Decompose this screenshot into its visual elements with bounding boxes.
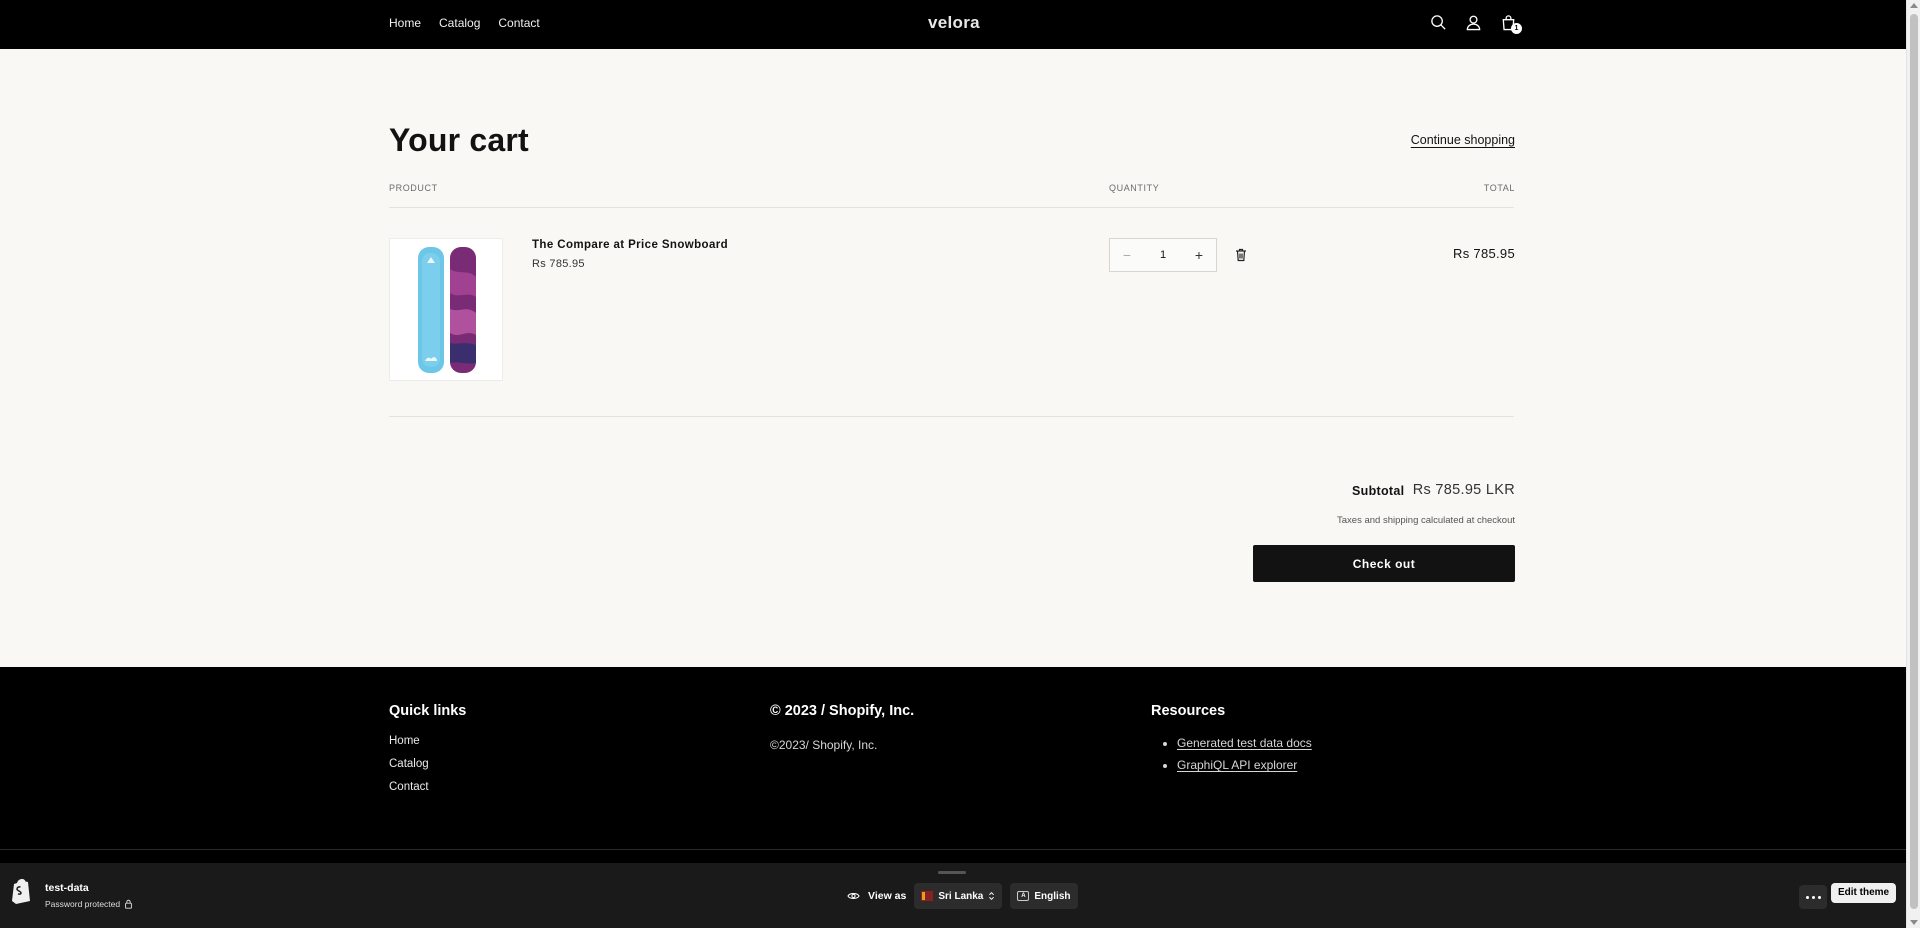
trash-icon[interactable] [1235, 248, 1247, 262]
store-name: test-data [45, 882, 89, 894]
account-icon[interactable] [1465, 14, 1482, 31]
site-footer: Quick links Home Catalog Contact © 2023 … [0, 667, 1906, 863]
view-as-label: View as [868, 890, 907, 902]
country-value: Sri Lanka [938, 890, 984, 902]
main-nav: Home Catalog Contact [389, 0, 540, 46]
brand-logo[interactable]: velora [928, 13, 980, 33]
checkout-button[interactable]: Check out [1253, 545, 1515, 582]
column-total: TOTAL [1483, 183, 1515, 193]
drag-handle[interactable] [938, 871, 966, 874]
resource-link-graphiql[interactable]: GraphiQL API explorer [1177, 758, 1312, 772]
site-header: Home Catalog Contact velora 1 [0, 0, 1906, 49]
search-icon[interactable] [1430, 14, 1447, 31]
quick-links-heading: Quick links [389, 703, 467, 719]
scroll-up-arrow[interactable] [1910, 3, 1918, 8]
quantity-input[interactable]: 1 [1160, 249, 1166, 261]
footer-quick-links: Quick links Home Catalog Contact [389, 703, 466, 804]
subtotal-label: Subtotal [1352, 484, 1405, 498]
resource-link-docs[interactable]: Generated test data docs [1177, 736, 1312, 750]
footer-link-home[interactable]: Home [389, 735, 466, 747]
copyright-heading: © 2023 / Shopify, Inc. [770, 703, 915, 719]
eye-icon [847, 893, 860, 899]
edit-theme-button[interactable]: Edit theme [1831, 883, 1897, 903]
nav-contact[interactable]: Contact [498, 16, 539, 30]
product-image[interactable] [389, 238, 503, 381]
store-status: Password protected [45, 899, 133, 909]
footer-copyright: © 2023 / Shopify, Inc. ©2023/ Shopify, I… [770, 703, 914, 752]
language-value: English [1034, 890, 1071, 902]
preview-bar: test-data Password protected View as Sri… [0, 863, 1906, 928]
quantity-stepper: − 1 + [1109, 238, 1217, 272]
footer-resources: Resources Generated test data docs Graph… [1151, 703, 1312, 780]
cart-count-badge: 1 [1511, 23, 1522, 34]
scroll-down-arrow[interactable] [1910, 920, 1918, 925]
header-icons: 1 [1430, 14, 1522, 34]
language-selector[interactable]: A English [1010, 883, 1078, 909]
column-quantity: QUANTITY [1109, 183, 1160, 193]
cart-icon[interactable]: 1 [1500, 14, 1522, 34]
chevron-updown-icon [989, 892, 995, 900]
items-divider [389, 416, 1514, 417]
subtotal-value: Rs 785.95 LKR [1412, 482, 1515, 498]
product-unit-price: Rs 785.95 [532, 258, 585, 270]
store-status-text: Password protected [45, 899, 121, 909]
header-divider [389, 207, 1514, 208]
continue-shopping-link[interactable]: Continue shopping [1411, 133, 1515, 147]
scrollbar-thumb[interactable] [1910, 14, 1918, 909]
copyright-text: ©2023/ Shopify, Inc. [770, 738, 878, 752]
more-options-button[interactable] [1799, 885, 1827, 909]
sri-lanka-flag-icon [921, 891, 934, 901]
decrease-quantity-button[interactable]: − [1120, 247, 1134, 263]
footer-link-contact[interactable]: Contact [389, 781, 466, 793]
page-title: Your cart [389, 122, 529, 158]
tax-note: Taxes and shipping calculated at checkou… [1337, 515, 1515, 526]
footer-link-catalog[interactable]: Catalog [389, 758, 466, 770]
increase-quantity-button[interactable]: + [1192, 247, 1206, 263]
footer-divider [0, 849, 1906, 850]
line-item-total: Rs 785.95 [1453, 246, 1515, 261]
product-name[interactable]: The Compare at Price Snowboard [532, 239, 728, 251]
country-selector[interactable]: Sri Lanka [914, 883, 1003, 909]
shopify-logo [10, 878, 34, 904]
view-as-controls: View as Sri Lanka A English [847, 883, 1078, 909]
language-icon: A [1017, 891, 1030, 901]
resources-heading: Resources [1151, 703, 1226, 719]
resource-link-graphiql-label[interactable]: GraphiQL API explorer [1177, 758, 1297, 772]
resource-link-docs-label[interactable]: Generated test data docs [1177, 736, 1312, 750]
lock-icon [125, 899, 132, 909]
column-product: PRODUCT [389, 183, 438, 193]
page-scrollbar[interactable] [1906, 0, 1920, 928]
nav-catalog[interactable]: Catalog [439, 16, 480, 30]
nav-home[interactable]: Home [389, 16, 421, 30]
